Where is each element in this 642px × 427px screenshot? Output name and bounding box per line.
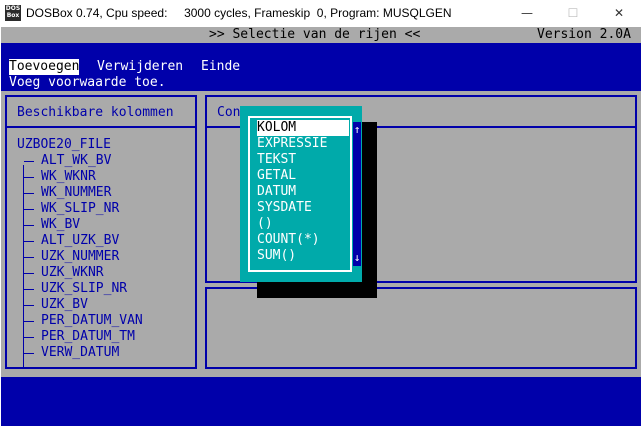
menu-item-verwijderen[interactable]: Verwijderen [97,59,183,75]
column-item[interactable]: UZK_NUMMER [41,249,119,265]
column-item[interactable]: PER_DATUM_VAN [41,313,143,329]
column-item[interactable]: PER_DATUM_TM [41,329,135,345]
close-button[interactable]: ✕ [596,0,642,26]
tree-branch [24,241,34,243]
window-title-bar: DOS Box DOSBox 0.74, Cpu speed: 3000 cycl… [0,0,642,26]
tree-branch [24,273,34,275]
table-name[interactable]: UZBOE20_FILE [17,137,111,153]
column-item[interactable]: WK_BV [41,217,80,233]
popup-item-getal[interactable]: GETAL [257,168,349,184]
tree-branch [24,177,34,179]
column-item[interactable]: UZK_BV [41,297,88,313]
menu-item-einde[interactable]: Einde [201,59,240,75]
maximize-button[interactable]: ☐ [550,0,596,26]
condition-detail-panel [205,287,637,369]
version-label: Version 2.0A [537,27,631,42]
tree-branch [24,161,34,163]
header-bar: >> Selectie van de rijen << Version 2.0A [1,27,641,43]
dos-screen[interactable]: >> Selectie van de rijen << Version 2.0A… [1,27,641,426]
window-title: DOSBox 0.74, Cpu speed: 3000 cycles, Fra… [26,6,452,20]
tree-branch [24,321,34,323]
screen-title: >> Selectie van de rijen << [209,27,421,42]
tree-branch [24,193,34,195]
scroll-down-arrow-icon[interactable]: ↓ [353,250,361,266]
menu-item-toevoegen[interactable]: Toevoegen [9,59,80,75]
scroll-up-arrow-icon[interactable]: ↑ [353,122,361,138]
column-item[interactable]: VERW_DATUM [41,345,119,361]
column-item[interactable]: WK_NUMMER [41,185,111,201]
column-item[interactable]: WK_WKNR [41,169,96,185]
popup-item-expressie[interactable]: EXPRESSIE [257,136,349,152]
tree-branch [24,209,34,211]
conditions-title: Con [217,105,241,120]
tree-branch [24,257,34,259]
column-item[interactable]: ALT_WK_BV [41,153,111,169]
available-columns-title: Beschikbare kolommen [17,105,174,120]
status-hint: Voeg voorwaarde toe. [9,75,166,90]
column-item[interactable]: WK_SLIP_NR [41,201,119,217]
column-item[interactable]: UZK_WKNR [41,265,104,281]
popup-scrollbar[interactable]: ↑ ↓ [353,122,361,266]
column-item[interactable]: UZK_SLIP_NR [41,281,127,297]
popup-item-parentheses[interactable]: () [257,216,349,232]
dosbox-app-icon[interactable]: DOS Box [5,5,21,21]
tree-branch [24,289,34,291]
popup-item-count[interactable]: COUNT(*) [257,232,349,248]
popup-item-datum[interactable]: DATUM [257,184,349,200]
minimize-button[interactable]: — [504,0,550,26]
column-item[interactable]: ALT_UZK_BV [41,233,119,249]
popup-item-tekst[interactable]: TEKST [257,152,349,168]
menu-bar: Toevoegen Verwijderen Einde [1,59,641,75]
tree-branch [24,305,34,307]
popup-item-kolom[interactable]: KOLOM [257,120,349,136]
condition-type-popup: KOLOM EXPRESSIE TEKST GETAL DATUM SYSDAT… [240,106,362,282]
tree-branch [24,225,34,227]
popup-item-sum[interactable]: SUM() [257,248,349,264]
tree-branch [24,353,34,355]
tree-branch [24,337,34,339]
popup-item-sysdate[interactable]: SYSDATE [257,200,349,216]
